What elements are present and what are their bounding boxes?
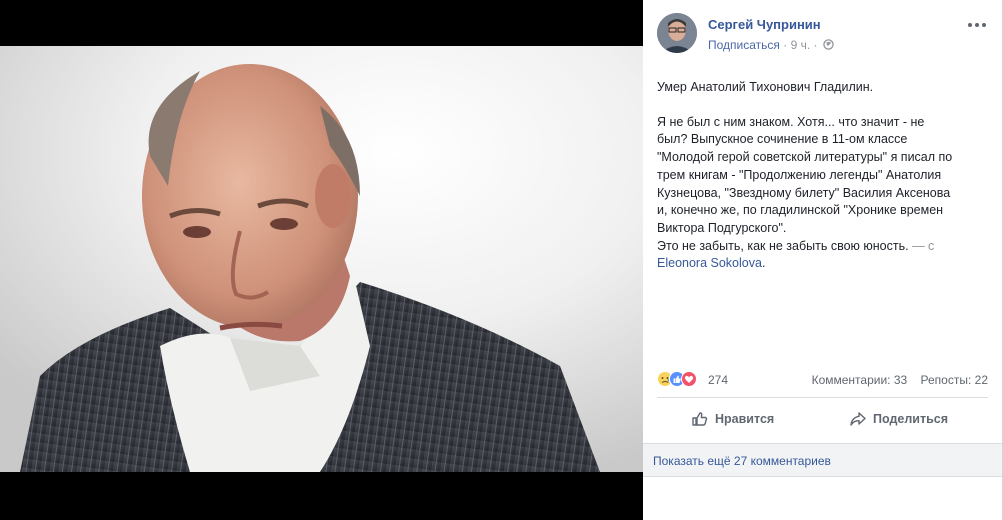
like-button[interactable]: Нравится (691, 400, 774, 438)
author-name-link[interactable]: Сергей Чупринин (708, 17, 821, 32)
thumbs-up-icon (692, 412, 708, 426)
divider (657, 397, 988, 398)
show-more-comments-link[interactable]: Показать ещё 27 комментариев (653, 454, 831, 468)
like-button-label: Нравится (715, 412, 775, 426)
post-paragraph: Я не был с ним знаком. Хотя... что значи… (657, 114, 953, 235)
engagement-counts: Комментарии: 33 Репосты: 22 (812, 373, 988, 387)
post-meta: Подписаться · 9 ч. · (708, 38, 834, 52)
globe-icon[interactable] (823, 39, 834, 50)
post-actions: Нравится Поделиться (657, 400, 988, 438)
tag-suffix: . (761, 256, 766, 271)
avatar-image (657, 13, 697, 53)
comments-count-link[interactable]: Комментарии: 33 (812, 373, 908, 387)
more-options-icon[interactable] (968, 23, 986, 29)
post-paragraph-last: Это не забыть, как не забыть свою юность… (657, 238, 957, 273)
tagged-person-link[interactable]: Eleonora Sokolova (657, 256, 762, 270)
meta-separator: · (813, 38, 818, 52)
post-header: Сергей Чупринин Подписаться · 9 ч. · (657, 13, 990, 57)
follow-link[interactable]: Подписаться (708, 38, 780, 52)
avatar[interactable] (657, 13, 697, 53)
love-reaction-icon[interactable] (681, 371, 697, 387)
post-paragraph: Умер Анатолий Тихонович Гладилин. (657, 80, 874, 94)
shares-count-link[interactable]: Репосты: 22 (921, 373, 988, 387)
comments-section: Показать ещё 27 комментариев (643, 443, 1003, 477)
post-side-panel: Сергей Чупринин Подписаться · 9 ч. · Уме… (643, 0, 1003, 520)
post-time[interactable]: 9 ч. (791, 38, 811, 52)
reaction-count[interactable]: 274 (708, 373, 728, 387)
meta-separator: · (783, 38, 788, 52)
with-prefix: — с (912, 238, 935, 253)
reactions-bar: 274 Комментарии: 33 Репосты: 22 (657, 371, 988, 389)
post-body: Умер Анатолий Тихонович Гладилин. Я не б… (657, 79, 957, 273)
post-photo[interactable] (0, 46, 643, 472)
share-arrow-icon (850, 412, 866, 426)
portrait-image (0, 46, 643, 472)
post-last-line: Это не забыть, как не забыть свою юность… (657, 238, 909, 253)
photo-viewer (0, 0, 643, 520)
share-button[interactable]: Поделиться (849, 400, 948, 438)
share-button-label: Поделиться (873, 412, 949, 426)
